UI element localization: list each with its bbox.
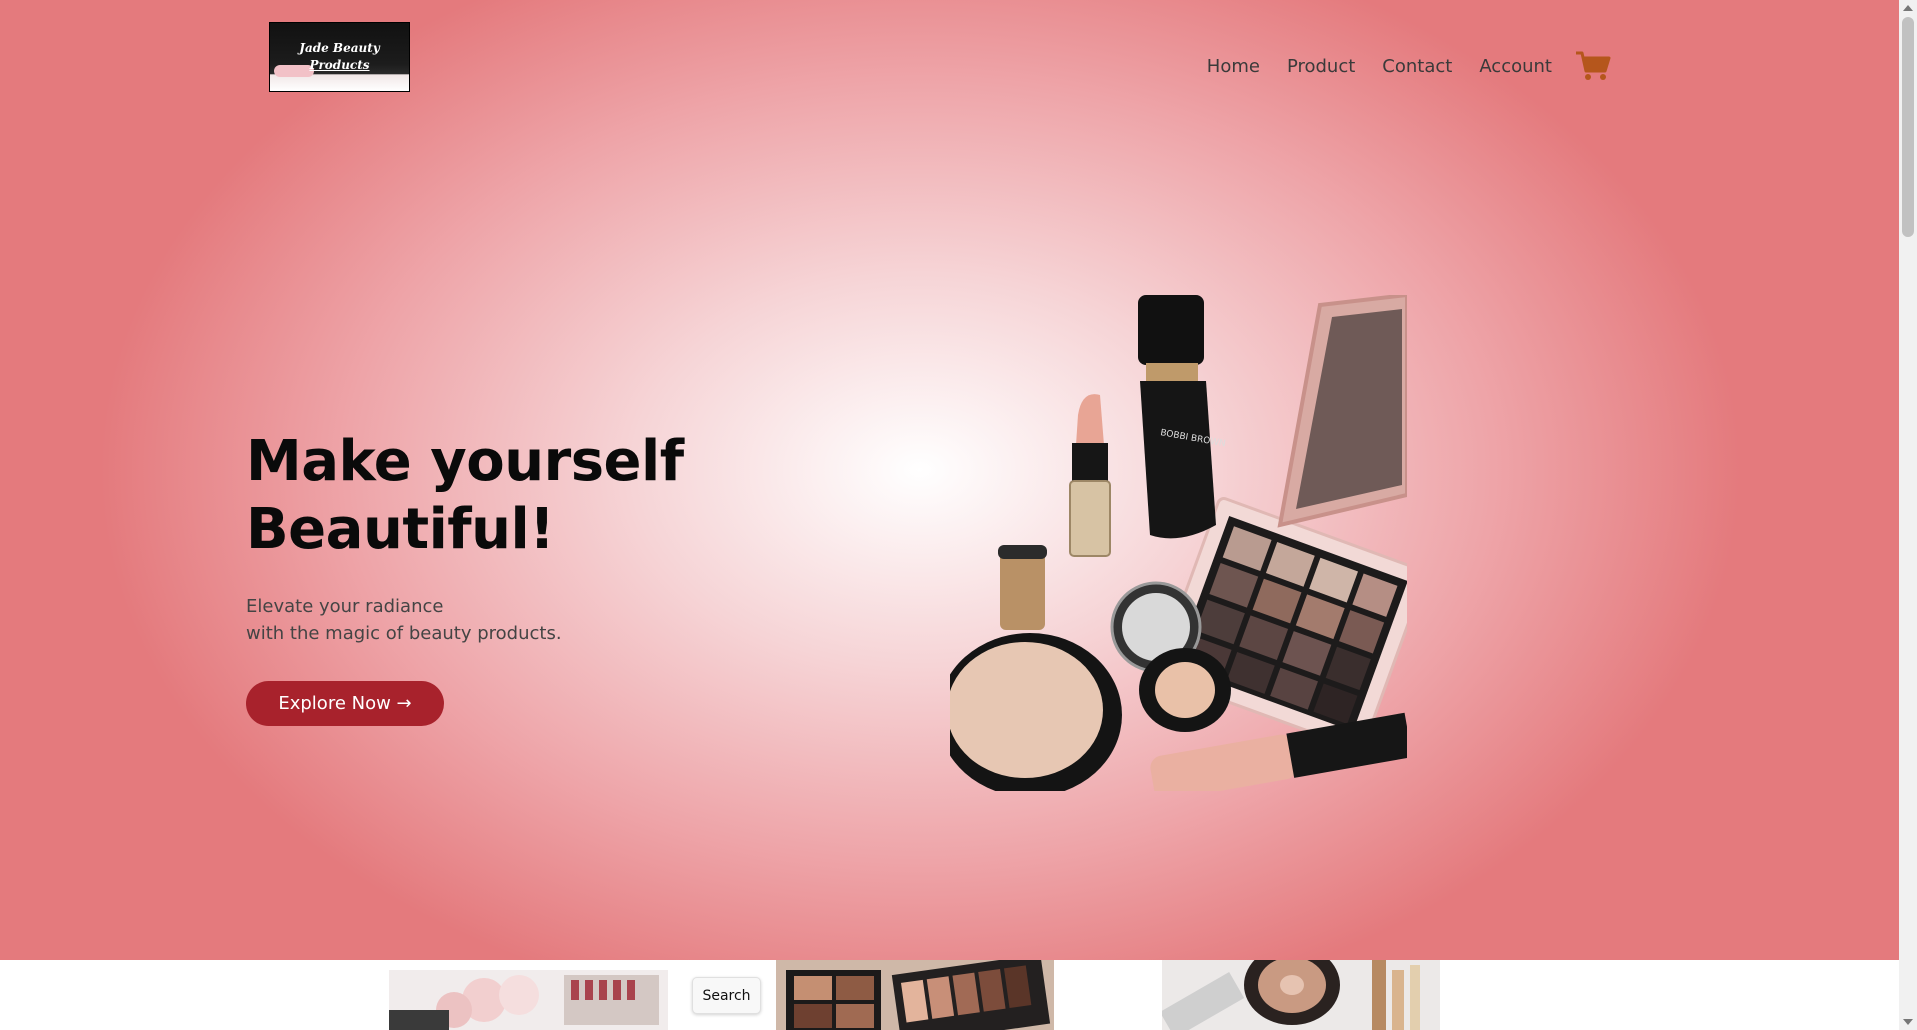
subtitle-line2: with the magic of beauty products. xyxy=(246,623,562,644)
subtitle-line1: Elevate your radiance xyxy=(246,596,444,617)
logo-line1: Jade Beauty xyxy=(299,41,380,55)
nav-item-account[interactable]: Account xyxy=(1479,56,1552,77)
scrollbar-thumb[interactable] xyxy=(1902,17,1914,237)
hero-cosmetics-image: BOBBI BROWN xyxy=(950,295,1407,791)
nav-item-home[interactable]: Home xyxy=(1207,56,1260,77)
scroll-up-arrow-icon[interactable] xyxy=(1903,5,1913,11)
hero-section: Jade Beauty Products Home Product Contac… xyxy=(0,0,1899,960)
product-thumbnail-1-image xyxy=(389,970,668,1030)
product-thumbnail-3[interactable] xyxy=(1162,960,1440,1030)
main-nav: Home Product Contact Account xyxy=(1180,49,1612,83)
headline-line1: Make yourself xyxy=(246,429,684,494)
page-scrollbar[interactable] xyxy=(1899,0,1917,1030)
nav-item-product[interactable]: Product xyxy=(1287,56,1355,77)
product-thumbnail-2[interactable] xyxy=(776,960,1054,1030)
hero-headline: Make yourself Beautiful! xyxy=(246,428,684,564)
headline-line2: Beautiful! xyxy=(246,497,555,562)
product-thumbnail-3-image xyxy=(1162,960,1440,1030)
logo-line2: Products xyxy=(309,58,370,72)
search-button[interactable]: Search xyxy=(692,977,761,1014)
nav-item-contact[interactable]: Contact xyxy=(1382,56,1452,77)
explore-now-button[interactable]: Explore Now → xyxy=(246,681,444,726)
product-thumbnail-2-image xyxy=(776,960,1054,1030)
product-thumbnail-1[interactable] xyxy=(389,970,668,1030)
brand-logo[interactable]: Jade Beauty Products xyxy=(269,22,410,92)
hero-subtitle: Elevate your radiance with the magic of … xyxy=(246,593,562,647)
shopping-cart-icon[interactable] xyxy=(1574,49,1612,83)
scroll-down-arrow-icon[interactable] xyxy=(1903,1019,1913,1025)
